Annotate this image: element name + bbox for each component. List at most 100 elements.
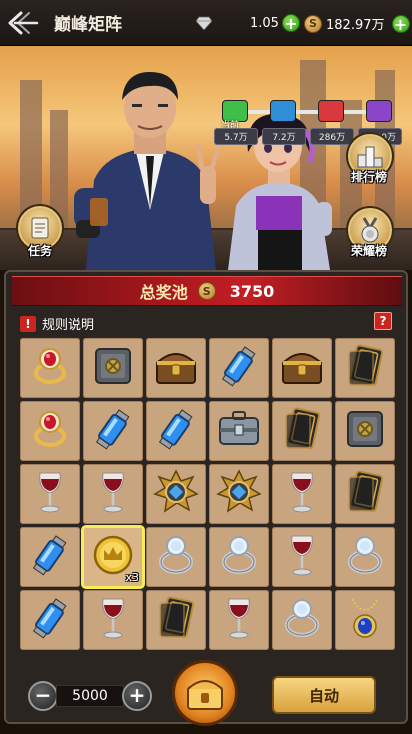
grid-cell bbox=[83, 338, 143, 398]
man-character-illustration bbox=[74, 72, 221, 270]
honor-label: 荣耀榜 bbox=[351, 244, 388, 258]
coin-icon: S bbox=[304, 14, 322, 33]
grid-cell bbox=[146, 464, 206, 524]
grid-cell bbox=[146, 401, 206, 461]
back-button[interactable] bbox=[0, 0, 46, 46]
chest-threshold-1: 5.7万 bbox=[214, 128, 258, 145]
grid-cell bbox=[83, 401, 143, 461]
diamond-ring-icon bbox=[279, 595, 325, 645]
wine-glass-icon bbox=[90, 469, 136, 519]
diamond-ring-icon bbox=[153, 532, 199, 582]
auto-button[interactable]: 自动 bbox=[272, 676, 376, 714]
prize-pool-label: 总奖池 bbox=[139, 283, 188, 302]
podium-icon bbox=[357, 146, 383, 168]
reward-chest-3[interactable] bbox=[318, 100, 344, 122]
diamond-icon bbox=[196, 16, 212, 30]
add-coin-button[interactable]: + bbox=[391, 14, 410, 33]
treasure-chest-icon bbox=[187, 680, 223, 710]
help-button[interactable]: ? bbox=[374, 312, 392, 330]
grid-cell bbox=[272, 338, 332, 398]
chest-threshold-3: 286万 bbox=[310, 128, 354, 145]
back-arrow-icon bbox=[8, 11, 39, 34]
grid-cell bbox=[83, 464, 143, 524]
diamond-ring-icon bbox=[216, 532, 262, 582]
blue-vial-icon bbox=[153, 406, 199, 456]
add-gem-button[interactable]: + bbox=[281, 14, 300, 33]
wine-glass-icon bbox=[279, 469, 325, 519]
diamond-ring-icon bbox=[342, 532, 388, 582]
metal-case-icon bbox=[216, 406, 262, 456]
sapphire-necklace-icon bbox=[342, 595, 388, 645]
reward-chest-2[interactable] bbox=[270, 100, 296, 122]
treasure-chest-icon bbox=[153, 343, 199, 393]
treasure-chest-icon bbox=[279, 343, 325, 393]
warning-icon: ! bbox=[20, 315, 36, 332]
wine-glass-icon bbox=[216, 595, 262, 645]
hero-banner: 当前 5.7万 7.2万 286万 1400万 任务 排行榜 荣耀榜 bbox=[0, 46, 412, 270]
coin-icon: S bbox=[197, 282, 216, 300]
grid-cell bbox=[272, 401, 332, 461]
sun-medal-icon bbox=[153, 469, 199, 519]
grid-cell bbox=[209, 401, 269, 461]
grid-cell bbox=[146, 338, 206, 398]
prize-pool-value: 3750 bbox=[229, 281, 275, 301]
safe-icon bbox=[342, 406, 388, 456]
chest-threshold-2: 7.2万 bbox=[262, 128, 306, 145]
rules-label: 规则说明 bbox=[42, 318, 95, 333]
sun-medal-icon bbox=[216, 469, 262, 519]
grid-cell bbox=[209, 338, 269, 398]
ruby-ring-icon bbox=[27, 406, 73, 456]
grid-cell bbox=[146, 590, 206, 650]
reward-chest-4[interactable] bbox=[366, 100, 392, 122]
increase-bet-button[interactable]: + bbox=[122, 681, 152, 711]
grid-cell: x3 bbox=[83, 527, 143, 587]
black-card-icon bbox=[279, 406, 325, 456]
page-title: 巅峰矩阵 bbox=[54, 15, 122, 35]
rules-link[interactable]: ! 规则说明 bbox=[20, 314, 94, 333]
gem-value: 1.05 bbox=[250, 15, 279, 31]
grid-cell bbox=[20, 338, 80, 398]
grid-cell bbox=[20, 527, 80, 587]
grid-cell bbox=[335, 401, 395, 461]
coin-value: 182.97万 bbox=[326, 18, 385, 33]
gem-balance: 1.05 + bbox=[250, 14, 300, 33]
ranking-label: 排行榜 bbox=[351, 170, 388, 184]
multiplier-label: x3 bbox=[125, 571, 139, 584]
grid-cell bbox=[335, 338, 395, 398]
safe-icon bbox=[90, 343, 136, 393]
bet-amount: 5000 bbox=[56, 685, 124, 707]
grid-cell bbox=[209, 464, 269, 524]
grid-cell bbox=[209, 527, 269, 587]
grid-cell bbox=[83, 590, 143, 650]
grid-cell bbox=[146, 527, 206, 587]
spin-button[interactable] bbox=[172, 660, 238, 726]
grid-cell bbox=[209, 590, 269, 650]
grid-cell bbox=[20, 401, 80, 461]
item-grid: x3 bbox=[20, 338, 396, 650]
wine-glass-icon bbox=[27, 469, 73, 519]
medal-icon bbox=[361, 217, 379, 243]
scroll-icon bbox=[31, 217, 49, 239]
black-card-icon bbox=[342, 343, 388, 393]
prize-pool-bar: 总奖池 S 3750 bbox=[12, 276, 402, 306]
grid-cell bbox=[335, 527, 395, 587]
wine-glass-icon bbox=[279, 532, 325, 582]
grid-cell bbox=[272, 590, 332, 650]
black-card-icon bbox=[153, 595, 199, 645]
black-card-icon bbox=[342, 469, 388, 519]
blue-vial-icon bbox=[216, 343, 262, 393]
blue-vial-icon bbox=[27, 532, 73, 582]
top-bar: 巅峰矩阵 1.05 + S 182.97万 + bbox=[0, 0, 412, 46]
ruby-ring-icon bbox=[27, 343, 73, 393]
grid-cell bbox=[20, 590, 80, 650]
wine-glass-icon bbox=[90, 595, 136, 645]
decrease-bet-button[interactable]: − bbox=[28, 681, 58, 711]
bet-stepper: − 5000 + bbox=[28, 681, 152, 711]
progress-track bbox=[238, 110, 384, 114]
blue-vial-icon bbox=[27, 595, 73, 645]
grid-cell bbox=[272, 464, 332, 524]
grid-cell bbox=[272, 527, 332, 587]
blue-vial-icon bbox=[90, 406, 136, 456]
tasks-label: 任务 bbox=[28, 244, 53, 258]
grid-cell bbox=[335, 590, 395, 650]
